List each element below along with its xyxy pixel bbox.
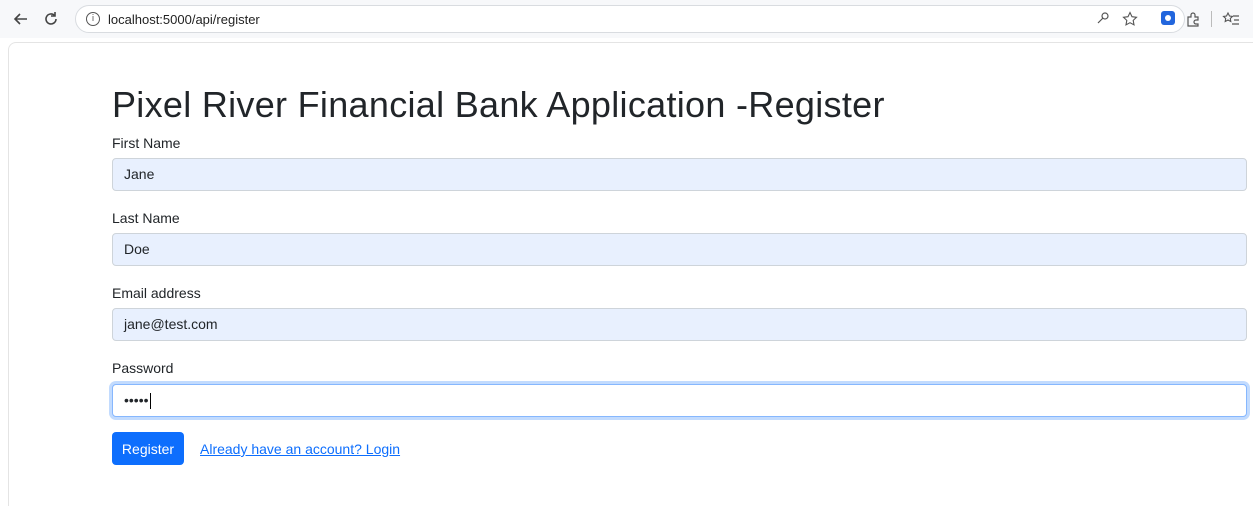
last-name-input[interactable]: Doe <box>112 233 1247 266</box>
extensions-puzzle-icon[interactable] <box>1180 6 1206 32</box>
password-value: ••••• <box>124 392 149 408</box>
url-text[interactable]: localhost:5000/api/register <box>108 12 260 27</box>
password-label: Password <box>112 360 174 376</box>
favorites-icon[interactable] <box>1218 6 1244 32</box>
login-link[interactable]: Already have an account? Login <box>200 441 400 457</box>
extension-icon[interactable] <box>1161 11 1175 25</box>
reload-icon[interactable] <box>38 6 64 32</box>
browser-toolbar: i localhost:5000/api/register <box>0 0 1253 38</box>
address-bar[interactable]: i localhost:5000/api/register <box>75 5 1185 33</box>
text-caret <box>149 393 151 410</box>
last-name-label: Last Name <box>112 210 180 226</box>
email-input[interactable]: jane@test.com <box>112 308 1247 341</box>
email-label: Email address <box>112 285 201 301</box>
register-button[interactable]: Register <box>112 432 184 465</box>
page-title: Pixel River Financial Bank Application -… <box>112 84 885 125</box>
back-arrow-icon[interactable] <box>8 6 34 32</box>
info-icon[interactable]: i <box>86 12 100 26</box>
first-name-input[interactable]: Jane <box>112 158 1247 191</box>
key-icon[interactable] <box>1096 11 1110 28</box>
toolbar-separator <box>1211 11 1212 27</box>
password-input[interactable]: ••••• <box>112 384 1247 417</box>
star-icon[interactable] <box>1122 11 1138 30</box>
first-name-label: First Name <box>112 135 181 151</box>
